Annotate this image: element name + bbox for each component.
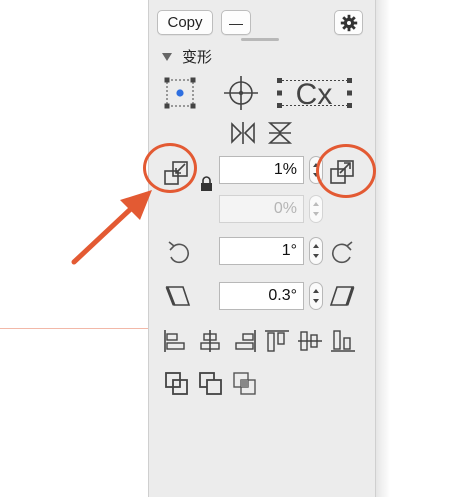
- cx-text-icon[interactable]: Cx: [276, 74, 356, 112]
- skew-input[interactable]: [219, 282, 304, 310]
- align-center-icon[interactable]: [198, 329, 222, 353]
- annotation-arrow: [60, 180, 160, 275]
- scale-secondary-stepper: [309, 195, 323, 223]
- transform-section-header[interactable]: 变形: [162, 46, 212, 67]
- svg-text:Cx: Cx: [296, 78, 333, 111]
- resize-grip[interactable]: [241, 38, 279, 41]
- boolean-intersect-icon[interactable]: [232, 371, 258, 397]
- rotation-input[interactable]: [219, 237, 304, 265]
- selection-bounds-icon[interactable]: [163, 76, 197, 110]
- section-title: 变形: [182, 49, 213, 66]
- panel-shadow: [376, 0, 390, 497]
- rotation-stepper[interactable]: [309, 237, 323, 265]
- align-middle-icon[interactable]: [297, 329, 323, 353]
- gear-icon: [340, 14, 357, 31]
- settings-button[interactable]: [334, 10, 363, 35]
- highlight-circle-right: [316, 144, 376, 198]
- boolean-subtract-icon[interactable]: [198, 371, 224, 397]
- skew-stepper[interactable]: [309, 282, 323, 310]
- rotate-cw-icon[interactable]: [331, 239, 355, 265]
- skew-left-icon[interactable]: [165, 284, 191, 308]
- rotate-ccw-icon[interactable]: [166, 239, 190, 265]
- crosshair-icon[interactable]: [222, 74, 260, 112]
- align-top-icon[interactable]: [264, 329, 290, 353]
- disclosure-triangle-icon[interactable]: [162, 52, 172, 61]
- boolean-union-icon[interactable]: [164, 371, 190, 397]
- copy-button[interactable]: Copy: [157, 10, 213, 35]
- guide-line: [0, 328, 148, 329]
- scale-secondary-input: [219, 195, 304, 223]
- align-right-icon[interactable]: [233, 329, 257, 353]
- lock-icon[interactable]: [200, 176, 213, 192]
- align-left-icon[interactable]: [163, 329, 187, 353]
- skew-right-icon[interactable]: [329, 284, 355, 308]
- scale-input[interactable]: [219, 156, 304, 184]
- flip-horizontal-icon[interactable]: [230, 121, 256, 145]
- flip-vertical-icon[interactable]: [267, 121, 293, 145]
- align-bottom-icon[interactable]: [330, 329, 356, 353]
- minus-button[interactable]: —: [221, 10, 251, 35]
